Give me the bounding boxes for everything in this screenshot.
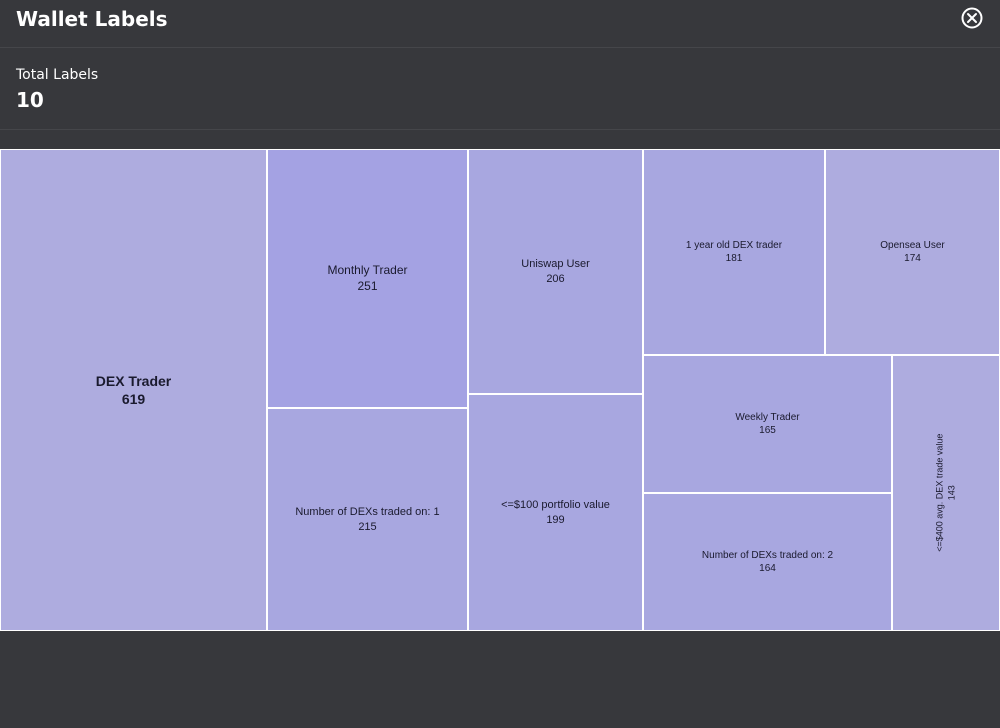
- treemap-cell-content: Number of DEXs traded on: 1 215: [295, 505, 439, 534]
- treemap-cell-content: DEX Trader 619: [96, 372, 171, 408]
- treemap-cell-label: Number of DEXs traded on: 1: [295, 506, 440, 519]
- treemap-cell-content: <=$100 portfolio value 199: [501, 498, 610, 527]
- treemap-cell-content: Weekly Trader 165: [735, 411, 799, 437]
- treemap-cell-value: 164: [759, 563, 776, 574]
- treemap-cell-label: Uniswap User: [521, 258, 590, 271]
- treemap-cell[interactable]: Uniswap User 206: [468, 149, 643, 394]
- treemap-cell-value: 174: [904, 253, 921, 264]
- treemap-cell-content: <=$400 avg. DEX trade value 143: [934, 434, 957, 552]
- treemap-cell-value: 251: [357, 278, 378, 293]
- total-labels-label: Total Labels: [16, 67, 99, 83]
- treemap-cell-content: Number of DEXs traded on: 2 164: [702, 549, 833, 575]
- wallet-labels-treemap: DEX Trader 619 Monthly Trader 251 Number of …: [0, 149, 1000, 631]
- treemap-cell-label: DEX Trader: [95, 372, 172, 389]
- total-labels-summary: Total Labels 10: [0, 49, 1000, 130]
- treemap-cell-content: 1 year old DEX trader 181: [686, 239, 782, 265]
- treemap-cell[interactable]: 1 year old DEX trader 181: [643, 149, 825, 355]
- treemap-cell[interactable]: <=$100 portfolio value 199: [468, 394, 643, 631]
- treemap-cell-label: <=$400 avg. DEX trade value: [934, 433, 945, 553]
- treemap-cell-value: 199: [546, 513, 565, 526]
- treemap-cell-content: Opensea User 174: [880, 239, 944, 265]
- treemap-cell-content: Monthly Trader 251: [327, 263, 407, 294]
- close-circle-icon: [961, 7, 983, 29]
- treemap-cell-value: 181: [725, 253, 743, 264]
- total-labels-value: 10: [16, 88, 44, 112]
- treemap-cell-value: 619: [121, 391, 146, 407]
- treemap-cell-content: Uniswap User 206: [521, 257, 589, 286]
- treemap-cell-label: Monthly Trader: [327, 262, 408, 277]
- treemap-cell[interactable]: Weekly Trader 165: [643, 355, 892, 493]
- treemap-cell-label: <=$100 portfolio value: [501, 499, 610, 512]
- treemap-cell-label: Opensea User: [880, 240, 945, 251]
- close-button[interactable]: [960, 6, 984, 30]
- treemap-cell-value: 206: [546, 272, 565, 285]
- treemap-cell[interactable]: Number of DEXs traded on: 1 215: [267, 408, 468, 631]
- treemap-cell-value: 215: [358, 520, 377, 533]
- treemap-cell-label: Weekly Trader: [735, 412, 800, 423]
- treemap-cell[interactable]: Opensea User 174: [825, 149, 1000, 355]
- treemap-cell[interactable]: Number of DEXs traded on: 2 164: [643, 493, 892, 631]
- treemap-cell-label: 1 year old DEX trader: [685, 240, 783, 251]
- treemap-cell-label: Number of DEXs traded on: 2: [701, 550, 834, 561]
- treemap-cell-value: 143: [946, 485, 956, 501]
- modal-title: Wallet Labels: [16, 7, 168, 31]
- treemap-cell[interactable]: DEX Trader 619: [0, 149, 267, 631]
- treemap-cell[interactable]: Monthly Trader 251: [267, 149, 468, 408]
- treemap-cell-value: 165: [759, 425, 776, 436]
- modal-header: Wallet Labels: [0, 0, 1000, 48]
- treemap-cell[interactable]: <=$400 avg. DEX trade value 143: [892, 355, 1000, 631]
